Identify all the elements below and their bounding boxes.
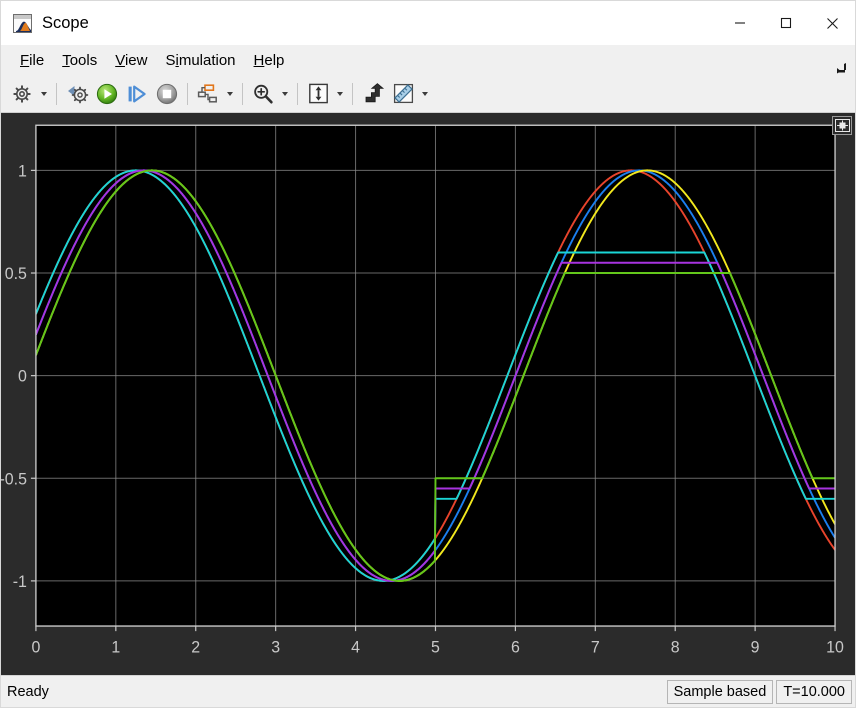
y-tick-label: 0	[18, 368, 27, 386]
scale-axes-limits-button[interactable]	[358, 79, 388, 109]
configuration-properties-dropdown[interactable]	[37, 79, 51, 109]
title-bar-left: Scope	[1, 13, 89, 33]
scope-plot-area[interactable]: 0 1 2 3 4 5 6 7 8 9 10 1 0.5 0 -0.5 -1	[1, 113, 855, 675]
toolbar	[1, 75, 855, 113]
x-tick-label: 6	[511, 638, 520, 656]
cursor-measurements-button[interactable]	[388, 79, 418, 109]
menu-file-rest: ile	[29, 51, 45, 69]
scope-window: Scope File Tools View Simulation Help 0 …	[0, 0, 856, 708]
x-tick-label: 8	[671, 638, 680, 656]
chevron-down-icon	[41, 91, 47, 96]
menu-tools[interactable]: Tools	[53, 49, 106, 72]
menu-simulation[interactable]: Simulation	[156, 49, 244, 72]
simulink-step-back-button[interactable]	[62, 79, 92, 109]
float-legend-icon[interactable]	[832, 116, 852, 135]
maximize-button[interactable]	[763, 1, 809, 45]
chevron-down-icon	[282, 91, 288, 96]
toolbar-separator	[352, 82, 353, 105]
minimize-button[interactable]	[717, 1, 763, 45]
signal-selection-dropdown[interactable]	[223, 79, 237, 109]
menu-help-mnemonic: H	[253, 51, 265, 69]
menu-tools-mnemonic: T	[62, 51, 70, 69]
expand-arrow-icon[interactable]	[833, 60, 847, 74]
x-tick-label: 10	[826, 638, 844, 656]
scope-chart: 0 1 2 3 4 5 6 7 8 9 10 1 0.5 0 -0.5 -1	[1, 113, 855, 675]
window-title: Scope	[42, 13, 89, 32]
close-button[interactable]	[809, 1, 855, 45]
x-tick-label: 7	[591, 638, 600, 656]
toolbar-separator	[242, 82, 243, 105]
chevron-down-icon	[337, 91, 343, 96]
title-bar: Scope	[1, 1, 855, 45]
x-tick-label: 0	[31, 638, 40, 656]
cursor-measurements-dropdown[interactable]	[418, 79, 432, 109]
window-controls	[717, 1, 855, 45]
x-tick-label: 1	[111, 638, 120, 656]
zoom-in-button[interactable]	[248, 79, 278, 109]
menu-simulation-pre: S	[165, 51, 176, 69]
configuration-properties-button[interactable]	[7, 79, 37, 109]
run-button[interactable]	[92, 79, 122, 109]
signal-selection-button[interactable]	[193, 79, 223, 109]
stop-button[interactable]	[152, 79, 182, 109]
status-bar: Ready Sample based T=10.000	[1, 675, 855, 707]
toolbar-separator	[187, 82, 188, 105]
toolbar-separator	[56, 82, 57, 105]
x-tick-label: 5	[431, 638, 440, 656]
chevron-down-icon	[227, 91, 233, 96]
autoscale-dropdown[interactable]	[333, 79, 347, 109]
menu-view-rest: iew	[124, 51, 148, 69]
menu-view-mnemonic: V	[115, 51, 125, 69]
menu-simulation-rest: mulation	[178, 51, 236, 69]
menu-file-mnemonic: F	[20, 51, 30, 69]
y-tick-label: -1	[13, 573, 27, 591]
menu-help-rest: elp	[264, 51, 285, 69]
y-tick-label: 0.5	[5, 265, 27, 283]
autoscale-button[interactable]	[303, 79, 333, 109]
y-tick-label: 1	[18, 162, 27, 180]
chevron-down-icon	[422, 91, 428, 96]
toolbar-separator	[297, 82, 298, 105]
step-forward-button[interactable]	[122, 79, 152, 109]
matlab-scope-icon	[13, 13, 32, 33]
x-tick-label: 3	[271, 638, 280, 656]
status-message: Ready	[7, 683, 49, 700]
zoom-in-dropdown[interactable]	[278, 79, 292, 109]
status-time: T=10.000	[776, 679, 852, 704]
menu-file[interactable]: File	[11, 49, 53, 72]
menu-bar: File Tools View Simulation Help	[1, 45, 855, 75]
status-frame-mode: Sample based	[666, 679, 774, 704]
menu-help[interactable]: Help	[245, 49, 294, 72]
x-tick-label: 2	[191, 638, 200, 656]
x-tick-label: 4	[351, 638, 360, 656]
x-tick-label: 9	[751, 638, 760, 656]
y-tick-label: -0.5	[1, 470, 27, 488]
menu-view[interactable]: View	[106, 49, 156, 72]
menu-tools-rest: ools	[69, 51, 98, 69]
